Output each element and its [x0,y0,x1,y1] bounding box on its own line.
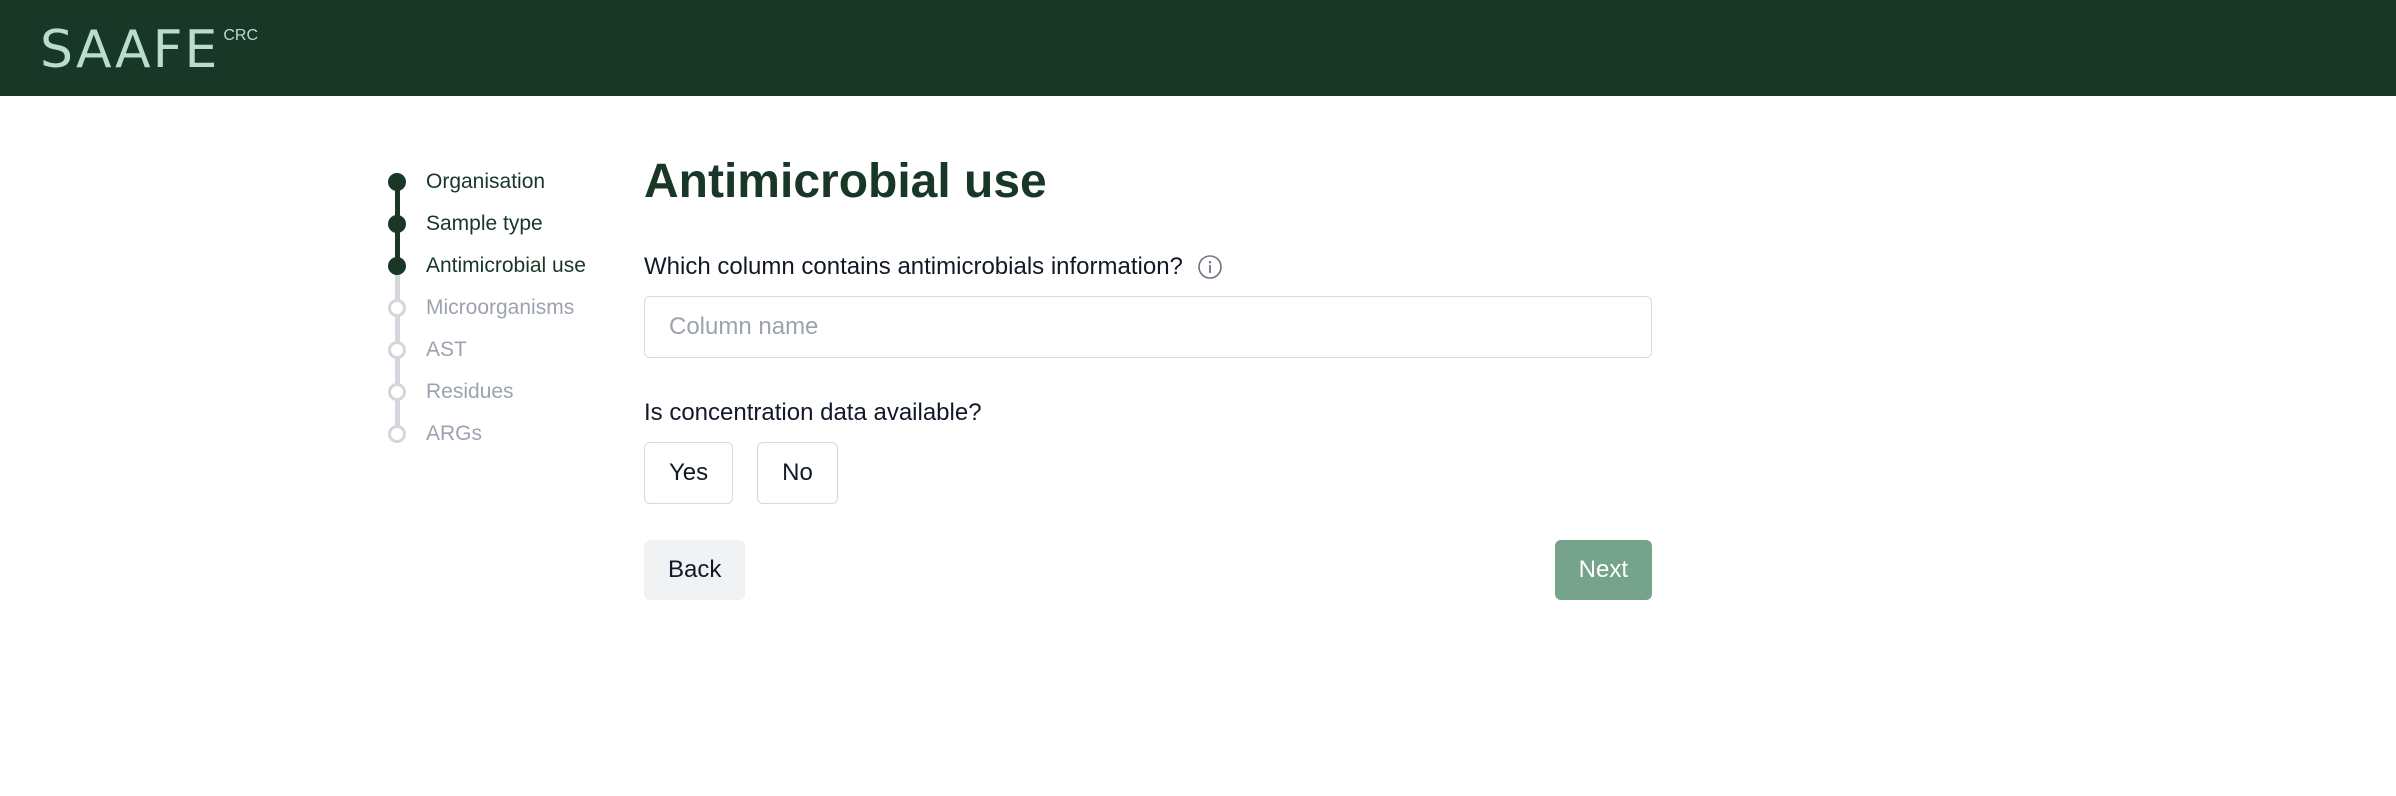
step-microorganisms: Microorganisms [388,286,628,350]
step-pending-dot-icon [388,383,406,401]
saafe-crc-logo[interactable]: SAAFE CRC [40,22,258,78]
step-label: Antimicrobial use [426,254,586,277]
column-name-input[interactable] [644,296,1652,358]
info-icon[interactable] [1197,254,1223,280]
app-header: SAAFE CRC [0,0,2396,96]
step-complete-dot-icon [388,215,406,233]
column-question: Which column contains antimicrobials inf… [644,252,1652,282]
column-question-label: Which column contains antimicrobials inf… [644,253,1183,280]
page-title: Antimicrobial use [644,155,1047,208]
no-button[interactable]: No [757,442,838,504]
step-label: Microorganisms [426,296,575,319]
back-button[interactable]: Back [644,540,746,600]
concentration-question: Is concentration data available? [644,399,982,426]
logo-text: SAAFE [40,20,220,80]
step-pending-dot-icon [388,299,406,317]
step-organisation[interactable]: Organisation [388,160,628,224]
form-main: Antimicrobial use Which column contains … [644,150,1652,600]
step-complete-dot-icon [388,173,406,191]
step-current-dot-icon [388,257,406,275]
step-sample-type[interactable]: Sample type [388,202,628,266]
step-ast: AST [388,328,628,392]
step-label: Sample type [426,212,543,235]
next-button[interactable]: Next [1554,540,1652,600]
step-label: Residues [426,380,514,403]
form-navigation: Back Next [644,540,1652,600]
step-label: ARGs [426,422,483,445]
yes-button[interactable]: Yes [644,442,734,504]
step-residues: Residues [388,370,628,434]
concentration-choices: Yes No [644,442,1652,504]
step-pending-dot-icon [388,341,406,359]
step-label: Organisation [426,170,546,193]
step-antimicrobial-use[interactable]: Antimicrobial use [388,244,628,308]
step-pending-dot-icon [388,425,406,443]
step-label: AST [426,338,467,361]
logo-superscript: CRC [223,27,259,44]
progress-stepper: Organisation Sample type Antimicrobial u… [388,160,628,454]
step-args: ARGs [388,412,628,454]
